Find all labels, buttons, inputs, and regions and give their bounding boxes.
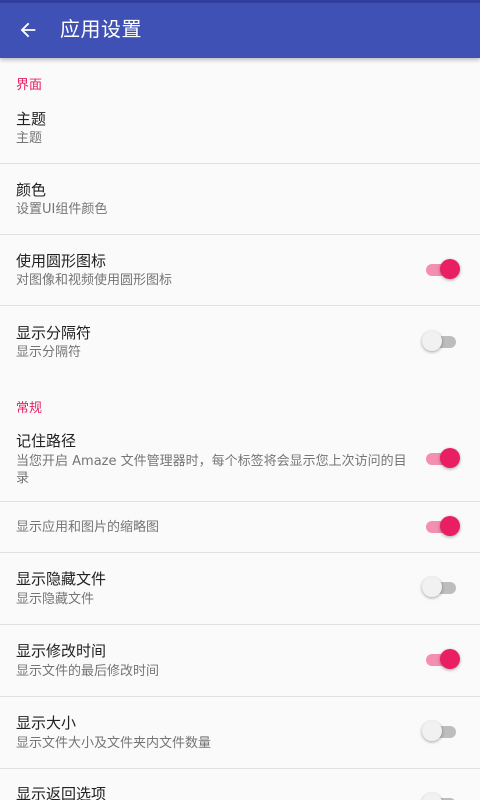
setting-show-modified-time[interactable]: 显示修改时间 显示文件的最后修改时间 — [0, 625, 480, 697]
app-bar: 应用设置 — [0, 0, 480, 58]
setting-theme[interactable]: 主题 主题 — [0, 94, 480, 164]
setting-circular-icons[interactable]: 使用圆形图标 对图像和视频使用圆形图标 — [0, 235, 480, 306]
show-thumbnails-switch[interactable] — [422, 515, 460, 539]
page-title: 应用设置 — [60, 17, 142, 41]
section-header-general: 常规 — [16, 401, 43, 416]
show-back-option-switch[interactable] — [422, 792, 460, 800]
section-header-interface: 界面 — [16, 78, 43, 93]
switch-thumb — [422, 793, 442, 800]
setting-show-hidden[interactable]: 显示隐藏文件 显示隐藏文件 — [0, 553, 480, 625]
setting-title: 颜色 — [16, 181, 47, 199]
switch-thumb — [440, 259, 460, 279]
setting-summary: 显示应用和图片的缩略图 — [16, 520, 160, 535]
setting-summary: 主题 — [16, 131, 43, 146]
setting-title: 使用圆形图标 — [16, 252, 107, 270]
show-dividers-switch[interactable] — [422, 330, 460, 354]
setting-remember-path[interactable]: 记住路径 当您开启 Amaze 文件管理器时，每个标签将会显示您上次访问的目录 — [0, 418, 480, 502]
setting-summary: 显示文件大小及文件夹内文件数量 — [16, 736, 212, 751]
show-modified-time-switch[interactable] — [422, 648, 460, 672]
switch-thumb — [440, 448, 460, 468]
arrow-left-icon — [20, 22, 36, 38]
setting-summary: 显示隐藏文件 — [16, 592, 95, 607]
setting-summary: 显示文件的最后修改时间 — [16, 664, 160, 679]
settings-list[interactable]: 界面 主题 主题 颜色 设置UI组件颜色 使用圆形图标 对图像和视频使用圆形图标… — [0, 58, 480, 800]
remember-path-switch[interactable] — [422, 447, 460, 471]
show-hidden-switch[interactable] — [422, 576, 460, 600]
setting-summary: 显示分隔符 — [16, 345, 82, 360]
setting-summary: 设置UI组件颜色 — [16, 202, 108, 217]
setting-show-thumbnails[interactable]: 显示应用和图片的缩略图 — [0, 502, 480, 553]
setting-show-dividers[interactable]: 显示分隔符 显示分隔符 — [0, 306, 480, 382]
setting-title: 显示返回选项 — [16, 785, 107, 800]
setting-title: 显示大小 — [16, 714, 77, 732]
back-button[interactable] — [10, 12, 46, 48]
setting-title: 显示修改时间 — [16, 642, 107, 660]
switch-thumb — [422, 577, 442, 597]
switch-thumb — [422, 331, 442, 351]
setting-color[interactable]: 颜色 设置UI组件颜色 — [0, 164, 480, 235]
setting-show-size[interactable]: 显示大小 显示文件大小及文件夹内文件数量 — [0, 697, 480, 769]
setting-title: 主题 — [16, 110, 47, 128]
show-size-switch[interactable] — [422, 720, 460, 744]
setting-summary: 当您开启 Amaze 文件管理器时，每个标签将会显示您上次访问的目录 — [16, 454, 407, 486]
setting-title: 显示分隔符 — [16, 324, 92, 342]
setting-show-back-option[interactable]: 显示返回选项 — [0, 769, 480, 800]
setting-summary: 对图像和视频使用圆形图标 — [16, 273, 173, 288]
switch-thumb — [440, 649, 460, 669]
switch-thumb — [440, 516, 460, 536]
circular-icons-switch[interactable] — [422, 258, 460, 282]
setting-title: 记住路径 — [16, 432, 77, 450]
setting-title: 显示隐藏文件 — [16, 570, 107, 588]
switch-thumb — [422, 721, 442, 741]
